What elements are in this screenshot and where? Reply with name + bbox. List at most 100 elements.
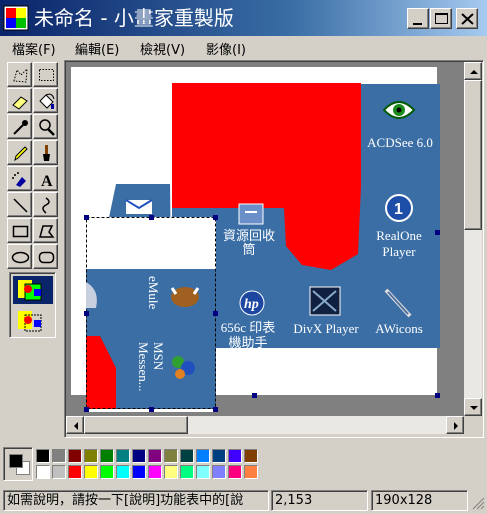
color-palette (3, 445, 263, 483)
pick-color-tool[interactable] (7, 114, 32, 139)
palette-swatch[interactable] (164, 449, 178, 463)
menu-view[interactable]: 檢視(V) (140, 39, 185, 58)
polygon-tool[interactable] (33, 218, 58, 243)
palette-swatch[interactable] (68, 449, 82, 463)
brush-tool[interactable] (33, 140, 58, 165)
scroll-right-button[interactable] (446, 416, 464, 434)
airbrush-tool[interactable] (7, 166, 32, 191)
transparent-mode-option[interactable] (13, 307, 53, 335)
vertical-scroll-thumb[interactable] (464, 80, 482, 230)
palette-swatch[interactable] (100, 465, 114, 479)
vertical-scrollbar[interactable] (464, 62, 482, 416)
palette-swatch[interactable] (212, 465, 226, 479)
maximize-button[interactable] (430, 8, 452, 29)
palette-swatch[interactable] (196, 449, 210, 463)
arrow-down-icon (470, 406, 478, 410)
palette-swatch[interactable] (180, 449, 194, 463)
dotted-rect-icon (39, 69, 54, 81)
status-selection-size: 190x128 (371, 490, 468, 511)
maximize-icon (435, 13, 448, 24)
line-tool[interactable] (7, 192, 32, 217)
minimize-button[interactable] (407, 8, 429, 29)
curve-icon (42, 197, 50, 214)
palette-swatch[interactable] (84, 465, 98, 479)
palette-swatch[interactable] (180, 465, 194, 479)
text-a-icon: A (41, 173, 53, 190)
palette-swatch[interactable] (148, 449, 162, 463)
palette-swatch[interactable] (116, 449, 130, 463)
magnifier-tool[interactable] (33, 114, 58, 139)
emule-label: eMule (146, 276, 161, 310)
awicons-label: AWicons (375, 321, 423, 336)
divx-icon (309, 286, 341, 316)
pencil-icon (14, 146, 28, 162)
palette-swatch[interactable] (132, 449, 146, 463)
palette-swatch[interactable] (132, 465, 146, 479)
polygon-icon (39, 225, 55, 238)
palette-swatch[interactable] (36, 465, 50, 479)
horizontal-scroll-thumb[interactable] (84, 416, 188, 434)
scroll-down-button[interactable] (464, 398, 482, 416)
close-icon (461, 13, 474, 25)
recycle-bin-icon (238, 203, 264, 225)
palette-swatch[interactable] (116, 465, 130, 479)
palette-swatch[interactable] (100, 449, 114, 463)
acdsee-label: ACDSee 6.0 (367, 135, 433, 150)
arrow-left-icon (74, 422, 78, 430)
palette-swatch[interactable] (164, 465, 178, 479)
transparent-selection-icon (18, 311, 42, 332)
opaque-selection-icon (18, 280, 42, 301)
status-help-text: 如需說明，請按一下[說明]功能表中的[說 (3, 490, 269, 511)
dotted-star-icon (13, 67, 28, 83)
status-bar: 如需說明，請按一下[說明]功能表中的[說 2,153 190x128 (0, 487, 487, 514)
close-button[interactable] (456, 8, 478, 29)
text-tool[interactable]: A (33, 166, 58, 191)
line-icon (13, 198, 28, 213)
palette-swatch[interactable] (84, 449, 98, 463)
rectangle-tool[interactable] (7, 218, 32, 243)
palette-swatch[interactable] (36, 449, 50, 463)
svg-text:1: 1 (394, 201, 403, 218)
palette-swatch[interactable] (52, 449, 66, 463)
eraser-tool[interactable] (7, 88, 32, 113)
scroll-left-button[interactable] (66, 416, 84, 434)
drawing-area[interactable]: 1 hp ACDSee 6.0 資源回收筒 RealOne Player 656… (66, 62, 464, 416)
realone-icon: 1 (385, 194, 413, 222)
paint-bucket-icon (39, 93, 55, 109)
rectangle-icon (12, 225, 29, 238)
palette-swatch[interactable] (228, 449, 242, 463)
menu-edit[interactable]: 編輯(E) (75, 39, 119, 58)
opaque-mode-option[interactable] (13, 276, 53, 304)
eraser-icon (12, 96, 28, 110)
brush-icon (43, 145, 50, 161)
tool-options-box (9, 272, 56, 338)
menu-image[interactable]: 影像(I) (206, 39, 246, 58)
palette-swatch[interactable] (244, 449, 258, 463)
palette-swatch[interactable] (228, 465, 242, 479)
resize-grip-icon[interactable] (470, 495, 486, 511)
palette-swatch[interactable] (212, 449, 226, 463)
svg-text:hp: hp (244, 297, 259, 312)
ellipse-tool[interactable] (7, 244, 32, 269)
palette-swatch[interactable] (148, 465, 162, 479)
outlook-icon (125, 199, 153, 214)
menu-file[interactable]: 檔案(F) (12, 39, 56, 58)
scrollbar-corner (464, 416, 482, 434)
scroll-up-button[interactable] (464, 62, 482, 80)
free-form-select-tool[interactable] (7, 62, 32, 87)
printer-helper-icon: hp (239, 290, 265, 316)
title-bar[interactable]: 未命名 - 小畫家重製版 (0, 0, 487, 36)
horizontal-scrollbar[interactable] (66, 416, 464, 434)
palette-swatch[interactable] (196, 465, 210, 479)
palette-swatch[interactable] (52, 465, 66, 479)
arrow-right-icon (454, 422, 458, 430)
rounded-rect-tool[interactable] (33, 244, 58, 269)
palette-swatch[interactable] (244, 465, 258, 479)
curve-tool[interactable] (33, 192, 58, 217)
palette-swatch[interactable] (68, 465, 82, 479)
pencil-tool[interactable] (7, 140, 32, 165)
divx-label: DivX Player (293, 321, 359, 336)
fill-tool[interactable] (33, 88, 58, 113)
airbrush-icon (12, 172, 26, 187)
rect-select-tool[interactable] (33, 62, 58, 87)
